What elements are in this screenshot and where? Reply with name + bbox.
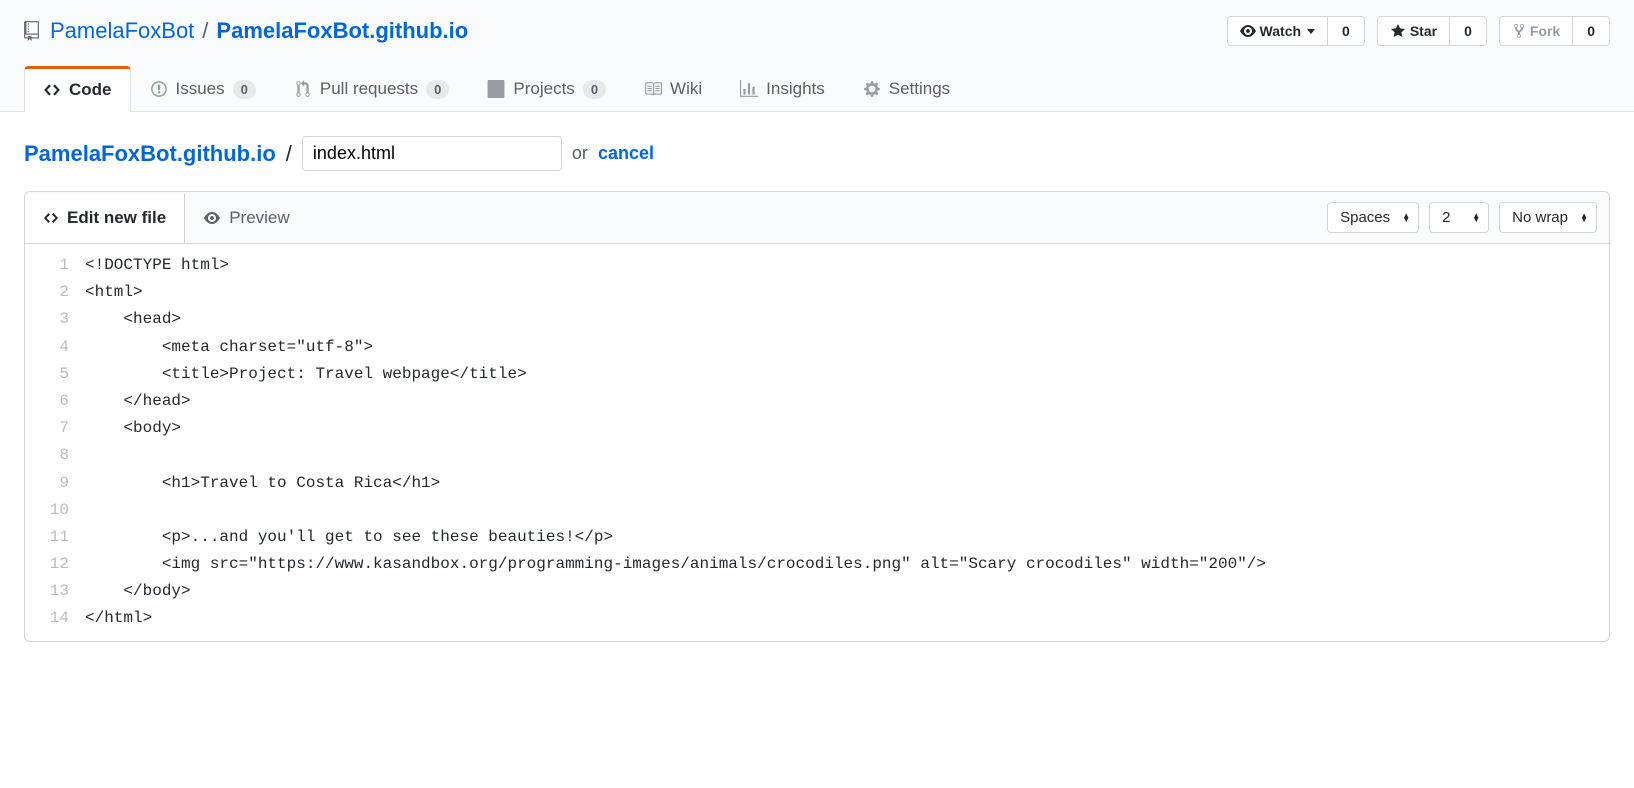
star-button[interactable]: Star: [1377, 16, 1450, 46]
tab-label: Edit new file: [67, 208, 166, 228]
select-value: 2: [1442, 209, 1450, 226]
project-icon: [487, 80, 505, 98]
issues-icon: [150, 80, 168, 98]
tab-label: Projects: [513, 79, 574, 99]
pr-icon: [294, 80, 312, 98]
tab-label: Insights: [766, 79, 825, 99]
filename-input[interactable]: [302, 136, 562, 171]
tab-code[interactable]: Code: [24, 66, 131, 112]
watch-button[interactable]: Watch: [1227, 16, 1328, 46]
code-content[interactable]: <!DOCTYPE html><html> <head> <meta chars…: [85, 252, 1609, 633]
tab-label: Code: [69, 80, 112, 100]
indent-size-select[interactable]: 2 ▲▼: [1429, 202, 1489, 233]
star-icon: [1390, 23, 1406, 39]
fork-icon: [1512, 23, 1526, 39]
repo-title: PamelaFoxBot / PamelaFoxBot.github.io: [24, 18, 468, 44]
caret-icon: [1307, 29, 1315, 34]
tab-preview[interactable]: Preview: [185, 194, 307, 242]
select-value: No wrap: [1512, 209, 1568, 226]
tab-pull-requests[interactable]: Pull requests 0: [275, 66, 469, 111]
star-label: Star: [1410, 23, 1437, 39]
breadcrumb: PamelaFoxBot.github.io / or cancel: [24, 136, 1610, 171]
fork-label: Fork: [1530, 23, 1560, 39]
indent-mode-select[interactable]: Spaces ▲▼: [1327, 202, 1419, 233]
tab-settings[interactable]: Settings: [844, 66, 969, 111]
tab-edit-file[interactable]: Edit new file: [25, 194, 185, 243]
eye-icon: [1240, 23, 1256, 39]
tab-insights[interactable]: Insights: [721, 66, 844, 111]
tab-projects[interactable]: Projects 0: [468, 66, 625, 111]
book-icon: [644, 80, 662, 98]
tab-label: Issues: [176, 79, 225, 99]
repo-tabs: Code Issues 0 Pull requests 0 Projects 0…: [24, 66, 1610, 111]
tab-label: Wiki: [670, 79, 702, 99]
breadcrumb-repo-link[interactable]: PamelaFoxBot.github.io: [24, 141, 276, 167]
repo-name-link[interactable]: PamelaFoxBot.github.io: [216, 18, 468, 44]
updown-icon: ▲▼: [1402, 214, 1410, 222]
tab-count: 0: [426, 80, 449, 99]
updown-icon: ▲▼: [1472, 214, 1480, 222]
breadcrumb-sep: /: [286, 141, 292, 167]
code-icon: [43, 81, 61, 99]
tab-count: 0: [233, 80, 256, 99]
updown-icon: ▲▼: [1580, 214, 1588, 222]
watch-label: Watch: [1260, 23, 1301, 39]
or-text: or: [572, 143, 588, 164]
tab-label: Preview: [229, 208, 289, 228]
separator: /: [202, 18, 208, 44]
watch-count[interactable]: 0: [1328, 16, 1365, 46]
star-count[interactable]: 0: [1450, 16, 1487, 46]
repo-actions: Watch 0 Star 0 Fork 0: [1227, 16, 1610, 46]
repo-icon: [24, 21, 44, 41]
cancel-link[interactable]: cancel: [598, 143, 654, 164]
code-editor[interactable]: 1234567891011121314 <!DOCTYPE html><html…: [25, 244, 1609, 641]
fork-button[interactable]: Fork: [1499, 16, 1573, 46]
fork-count[interactable]: 0: [1573, 16, 1610, 46]
tab-count: 0: [583, 80, 606, 99]
tab-wiki[interactable]: Wiki: [625, 66, 721, 111]
line-numbers: 1234567891011121314: [25, 252, 85, 633]
tab-issues[interactable]: Issues 0: [131, 66, 275, 111]
select-value: Spaces: [1340, 209, 1390, 226]
wrap-mode-select[interactable]: No wrap ▲▼: [1499, 202, 1597, 233]
tab-label: Pull requests: [320, 79, 418, 99]
eye-icon: [203, 210, 221, 226]
editor: Edit new file Preview Spaces ▲▼ 2 ▲▼ No …: [24, 191, 1610, 642]
repo-owner-link[interactable]: PamelaFoxBot: [50, 18, 194, 44]
code-icon: [43, 210, 59, 226]
tab-label: Settings: [889, 79, 950, 99]
gear-icon: [863, 80, 881, 98]
graph-icon: [740, 80, 758, 98]
